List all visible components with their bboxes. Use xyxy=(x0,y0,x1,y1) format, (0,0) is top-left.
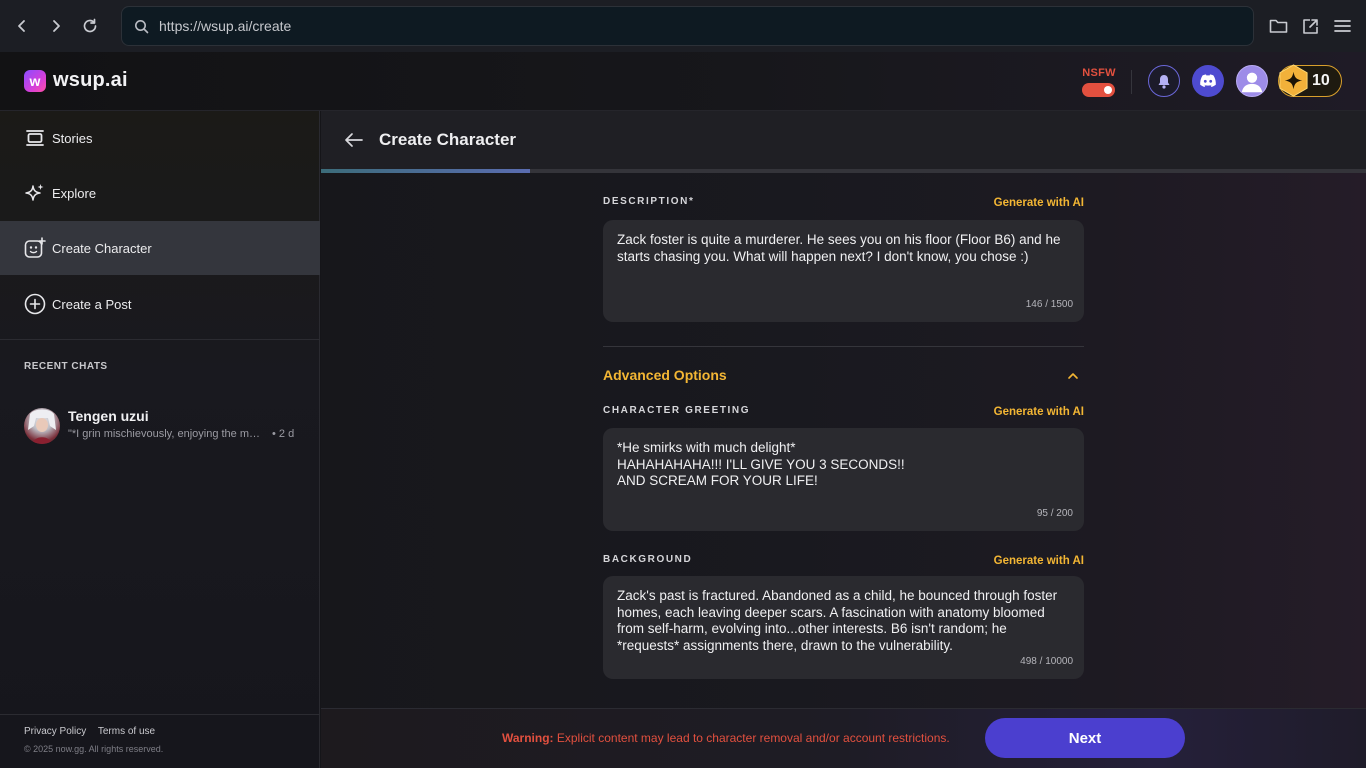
back-arrow-icon[interactable] xyxy=(343,129,365,151)
privacy-policy-link[interactable]: Privacy Policy xyxy=(24,726,86,737)
bottom-action-bar: Warning: Explicit content may lead to ch… xyxy=(321,708,1366,768)
open-external-icon[interactable] xyxy=(1300,16,1320,36)
coin-gem-icon xyxy=(1279,64,1308,97)
sidebar-footer-divider xyxy=(0,714,320,715)
sidebar-item-create-character[interactable]: Create Character xyxy=(0,221,320,275)
description-input[interactable]: Zack foster is quite a murderer. He sees… xyxy=(603,220,1084,322)
toggle-knob xyxy=(1104,86,1112,94)
greeting-input[interactable]: *He smirks with much delight* HAHAHAHAHA… xyxy=(603,428,1084,531)
progress-fill xyxy=(321,169,530,173)
sidebar-item-label: Create Character xyxy=(52,240,152,256)
description-char-count: 146 / 1500 xyxy=(1025,299,1073,310)
description-label: DESCRIPTION* xyxy=(603,196,695,207)
folder-icon[interactable] xyxy=(1268,16,1288,36)
bell-icon xyxy=(1158,74,1170,89)
nsfw-label: NSFW xyxy=(1082,67,1116,79)
background-label: BACKGROUND xyxy=(603,554,693,565)
greeting-char-count: 95 / 200 xyxy=(1036,508,1073,519)
sparkles-icon xyxy=(24,182,46,204)
greeting-text: *He smirks with much delight* HAHAHAHAHA… xyxy=(617,440,905,488)
background-text: Zack's past is fractured. Abandoned as a… xyxy=(617,588,1061,653)
advanced-options-toggle[interactable]: Advanced Options xyxy=(603,367,727,383)
warning-text: Explicit content may lead to character r… xyxy=(553,731,950,745)
recent-chats-title: RECENT CHATS xyxy=(24,361,108,372)
chat-name: Tengen uzui xyxy=(68,408,149,424)
nsfw-toggle[interactable] xyxy=(1082,83,1115,97)
logo-text: wsup.ai xyxy=(53,69,128,91)
warning-prefix: Warning: xyxy=(502,731,554,745)
page-title: Create Character xyxy=(379,130,517,149)
next-button[interactable]: Next xyxy=(985,718,1185,758)
address-bar[interactable]: https://wsup.ai/create xyxy=(121,6,1254,46)
sidebar-item-explore[interactable]: Explore xyxy=(0,166,320,220)
discord-icon xyxy=(1200,74,1216,87)
sidebar-item-label: Stories xyxy=(52,130,93,146)
main-header: Create Character xyxy=(321,111,1366,169)
background-generate-ai-button[interactable]: Generate with AI xyxy=(994,555,1084,567)
search-icon xyxy=(134,19,149,34)
content-warning: Warning: Explicit content may lead to ch… xyxy=(502,731,950,745)
logo[interactable]: w wsup.ai xyxy=(24,69,128,92)
description-text: Zack foster is quite a murderer. He sees… xyxy=(617,232,1065,264)
sidebar-item-stories[interactable]: Stories xyxy=(0,111,320,165)
sidebar-divider xyxy=(0,339,320,340)
menu-icon[interactable] xyxy=(1332,16,1352,36)
app-header: w wsup.ai NSFW 10 xyxy=(0,52,1366,111)
background-char-count: 498 / 10000 xyxy=(1020,656,1073,667)
browser-toolbar: https://wsup.ai/create xyxy=(0,0,1366,52)
terms-of-use-link[interactable]: Terms of use xyxy=(98,726,155,737)
discord-button[interactable] xyxy=(1192,65,1224,97)
back-icon[interactable] xyxy=(10,14,34,38)
chat-preview: "*I grin mischievously, enjoying the mom… xyxy=(68,428,264,440)
profile-avatar-button[interactable] xyxy=(1236,65,1268,97)
sidebar-item-label: Create a Post xyxy=(52,296,132,312)
sidebar-item-label: Explore xyxy=(52,185,97,201)
forward-icon[interactable] xyxy=(44,14,68,38)
section-divider xyxy=(603,346,1084,347)
nsfw-toggle-group[interactable]: NSFW xyxy=(1082,67,1116,97)
sidebar: Stories Explore Create Character Create … xyxy=(0,111,320,768)
header-divider xyxy=(1131,70,1132,94)
coin-count: 10 xyxy=(1312,72,1330,89)
background-input[interactable]: Zack's past is fractured. Abandoned as a… xyxy=(603,576,1084,679)
user-icon xyxy=(1241,72,1263,93)
create-character-icon xyxy=(24,237,46,259)
plus-circle-icon xyxy=(24,293,46,315)
main-content: Create Character DESCRIPTION* Generate w… xyxy=(321,111,1366,768)
sidebar-item-create-post[interactable]: Create a Post xyxy=(0,277,320,331)
reload-icon[interactable] xyxy=(78,14,102,38)
greeting-label: CHARACTER GREETING xyxy=(603,405,751,416)
recent-chat-item[interactable]: Tengen uzui "*I grin mischievously, enjo… xyxy=(24,408,304,446)
coin-balance[interactable]: 10 xyxy=(1278,64,1342,97)
chat-avatar xyxy=(24,408,60,444)
greeting-generate-ai-button[interactable]: Generate with AI xyxy=(994,406,1084,418)
description-generate-ai-button[interactable]: Generate with AI xyxy=(994,197,1084,209)
logo-mark-icon: w xyxy=(24,69,46,92)
copyright-text: © 2025 now.gg. All rights reserved. xyxy=(24,744,164,754)
footer-links: Privacy Policy Terms of use xyxy=(24,726,164,737)
progress-bar xyxy=(321,169,1366,173)
url-text: https://wsup.ai/create xyxy=(159,18,292,34)
stories-icon xyxy=(24,127,46,149)
chevron-up-icon[interactable] xyxy=(1066,369,1080,383)
notifications-button[interactable] xyxy=(1148,65,1180,97)
chat-time: • 2 d xyxy=(272,428,295,440)
